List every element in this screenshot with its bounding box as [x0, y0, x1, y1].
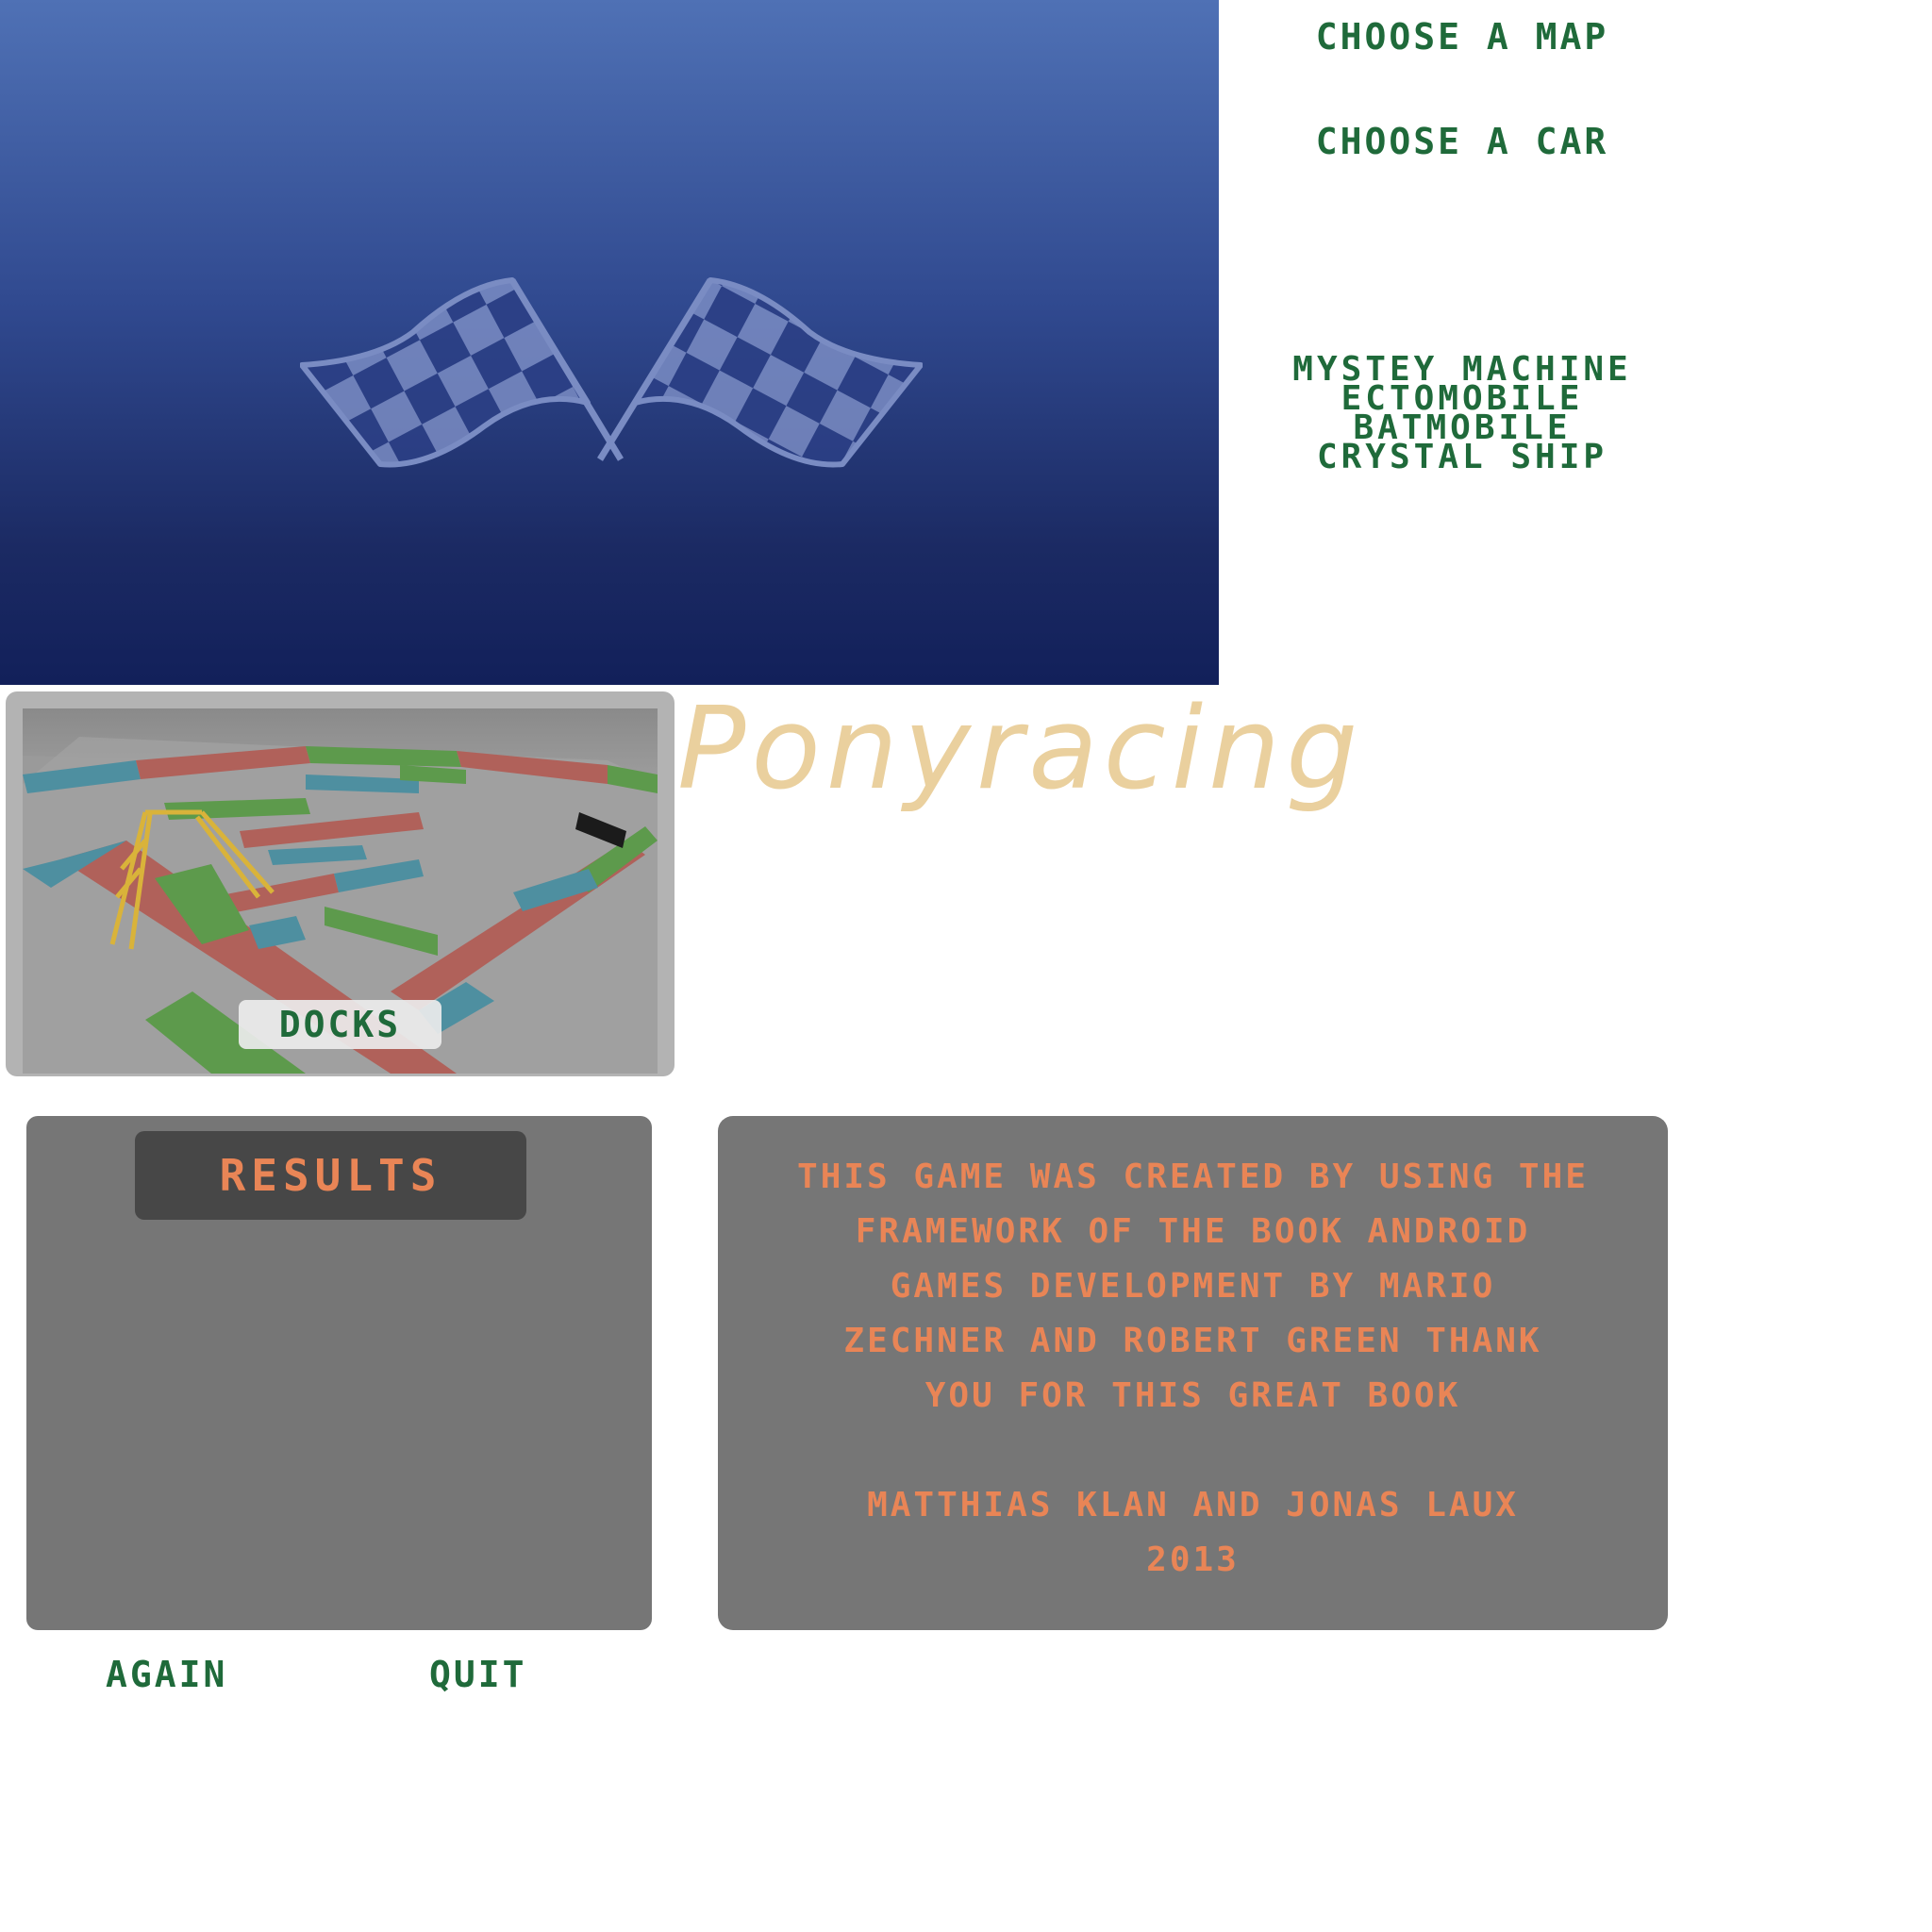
car-list: MYSTEY MACHINE ECTOMOBILE BATMOBILE CRYS…	[1245, 353, 1679, 475]
credits-authors: MATTHIAS KLAN AND JONAS LAUX	[867, 1486, 1519, 1524]
results-header: RESULTS	[135, 1131, 526, 1220]
credits-line: YOU FOR THIS GREAT BOOK	[924, 1376, 1461, 1415]
quit-button[interactable]: QUIT	[429, 1657, 527, 1692]
credits-line: ZECHNER AND ROBERT GREEN THANK	[843, 1322, 1542, 1360]
credits-line: GAMES DEVELOPMENT BY MARIO	[890, 1267, 1496, 1306]
game-title: Ponyracing	[677, 684, 1364, 815]
choose-car-button[interactable]: CHOOSE A CAR	[1292, 124, 1632, 159]
credits-year: 2013	[1146, 1541, 1240, 1579]
menu-background	[0, 0, 1219, 685]
credits-line: FRAMEWORK OF THE BOOK ANDROID	[855, 1212, 1531, 1251]
again-button[interactable]: AGAIN	[106, 1657, 227, 1692]
credits-line: THIS GAME WAS CREATED BY USING THE	[797, 1158, 1589, 1196]
map-name-badge: DOCKS	[239, 1000, 441, 1049]
car-option-crystal-ship[interactable]: CRYSTAL SHIP	[1245, 441, 1679, 475]
checkered-flags-icon	[300, 277, 923, 468]
choose-map-button[interactable]: CHOOSE A MAP	[1292, 19, 1632, 55]
